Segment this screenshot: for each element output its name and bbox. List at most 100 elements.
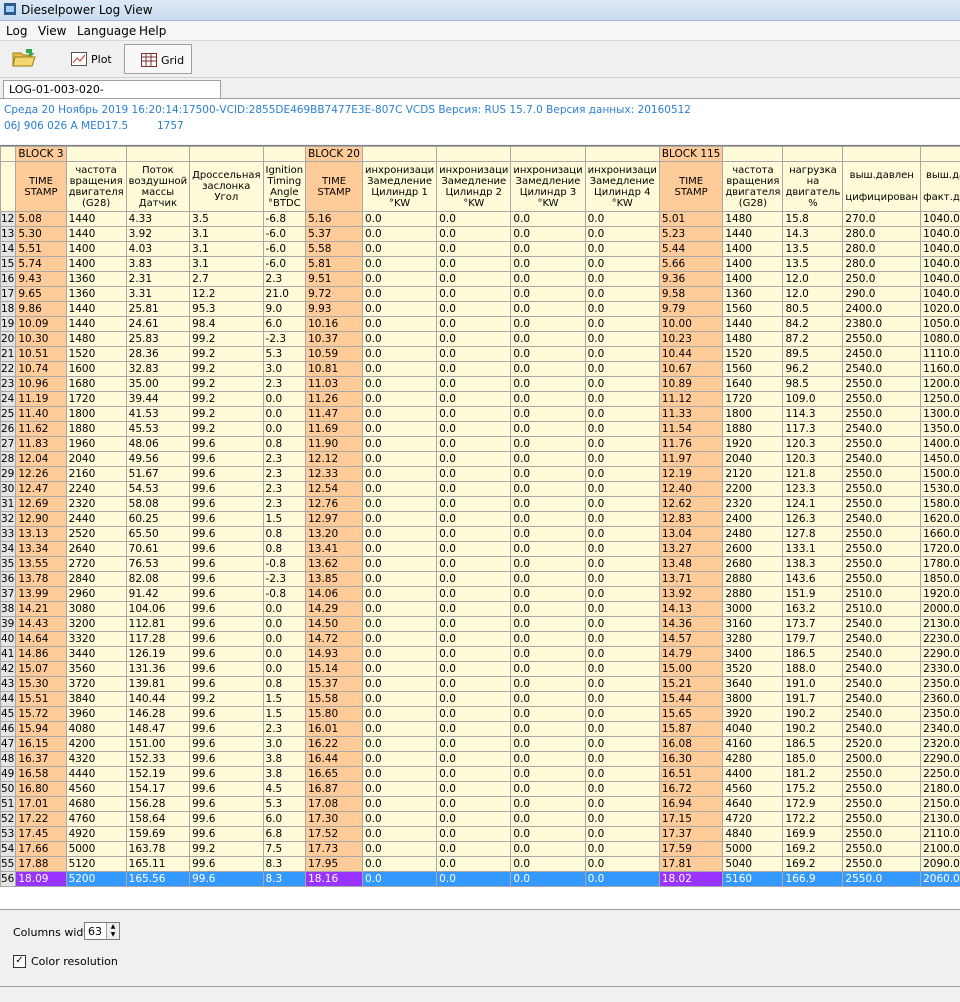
value-cell[interactable]: 12.0: [783, 287, 843, 302]
table-row[interactable]: 1910.09144024.6198.46.010.160.00.00.00.0…: [1, 317, 960, 332]
value-cell[interactable]: 0.0: [437, 497, 511, 512]
timestamp-cell[interactable]: 11.47: [306, 407, 363, 422]
value-cell[interactable]: 0.0: [585, 557, 659, 572]
value-cell[interactable]: 99.2: [190, 692, 263, 707]
row-number[interactable]: 28: [1, 452, 16, 467]
value-cell[interactable]: 89.5: [783, 347, 843, 362]
value-cell[interactable]: 2550.0: [843, 857, 921, 872]
timestamp-cell[interactable]: 13.99: [16, 587, 66, 602]
value-cell[interactable]: 0.0: [362, 362, 436, 377]
value-cell[interactable]: 8.3: [263, 872, 306, 887]
value-cell[interactable]: 0.0: [437, 647, 511, 662]
value-cell[interactable]: 2150.0: [921, 797, 960, 812]
timestamp-cell[interactable]: 5.74: [16, 257, 66, 272]
value-cell[interactable]: -2.3: [263, 332, 306, 347]
value-cell[interactable]: 99.6: [190, 467, 263, 482]
value-cell[interactable]: 2320: [66, 497, 126, 512]
table-row[interactable]: 3112.69232058.0899.62.312.760.00.00.00.0…: [1, 497, 960, 512]
table-row[interactable]: 2110.51152028.3699.25.310.590.00.00.00.0…: [1, 347, 960, 362]
value-cell[interactable]: 114.3: [783, 407, 843, 422]
value-cell[interactable]: 0.0: [511, 857, 585, 872]
menu-help[interactable]: Help: [139, 24, 166, 38]
value-cell[interactable]: 3200: [66, 617, 126, 632]
value-cell[interactable]: 1620.0: [921, 512, 960, 527]
value-cell[interactable]: 0.0: [362, 212, 436, 227]
value-cell[interactable]: 0.0: [511, 272, 585, 287]
row-number[interactable]: 49: [1, 767, 16, 782]
row-number[interactable]: 15: [1, 257, 16, 272]
timestamp-cell[interactable]: 5.44: [659, 242, 723, 257]
timestamp-cell[interactable]: 16.15: [16, 737, 66, 752]
timestamp-cell[interactable]: 14.57: [659, 632, 723, 647]
timestamp-cell[interactable]: 9.93: [306, 302, 363, 317]
value-cell[interactable]: 0.0: [437, 782, 511, 797]
value-cell[interactable]: 109.0: [783, 392, 843, 407]
value-cell[interactable]: 2550.0: [843, 407, 921, 422]
value-cell[interactable]: 3.1: [190, 242, 263, 257]
timestamp-cell[interactable]: 13.85: [306, 572, 363, 587]
table-row[interactable]: 2711.83196048.0699.60.811.900.00.00.00.0…: [1, 437, 960, 452]
row-number[interactable]: 44: [1, 692, 16, 707]
table-row[interactable]: 2611.62188045.5399.20.011.690.00.00.00.0…: [1, 422, 960, 437]
table-row[interactable]: 189.86144025.8195.39.09.930.00.00.00.09.…: [1, 302, 960, 317]
timestamp-cell[interactable]: 13.92: [659, 587, 723, 602]
value-cell[interactable]: 28.36: [126, 347, 189, 362]
value-cell[interactable]: 0.0: [585, 782, 659, 797]
value-cell[interactable]: 0.0: [362, 467, 436, 482]
value-cell[interactable]: 3640: [723, 677, 783, 692]
value-cell[interactable]: 0.0: [437, 767, 511, 782]
table-row[interactable]: 2511.40180041.5399.20.011.470.00.00.00.0…: [1, 407, 960, 422]
value-cell[interactable]: 5040: [723, 857, 783, 872]
value-cell[interactable]: 4080: [66, 722, 126, 737]
timestamp-cell[interactable]: 15.65: [659, 707, 723, 722]
value-cell[interactable]: 0.0: [511, 527, 585, 542]
value-cell[interactable]: 3.8: [263, 767, 306, 782]
column-header[interactable]: TIMESTAMP: [659, 162, 723, 212]
table-row[interactable]: 2812.04204049.5699.62.312.120.00.00.00.0…: [1, 452, 960, 467]
value-cell[interactable]: 1400.0: [921, 437, 960, 452]
value-cell[interactable]: 0.0: [511, 797, 585, 812]
timestamp-cell[interactable]: 16.87: [306, 782, 363, 797]
value-cell[interactable]: 99.6: [190, 722, 263, 737]
timestamp-cell[interactable]: 13.27: [659, 542, 723, 557]
value-cell[interactable]: 0.0: [437, 752, 511, 767]
timestamp-cell[interactable]: 5.81: [306, 257, 363, 272]
value-cell[interactable]: 99.6: [190, 812, 263, 827]
value-cell[interactable]: 0.0: [511, 392, 585, 407]
timestamp-cell[interactable]: 16.65: [306, 767, 363, 782]
value-cell[interactable]: 0.0: [437, 572, 511, 587]
value-cell[interactable]: 0.0: [437, 527, 511, 542]
timestamp-cell[interactable]: 11.33: [659, 407, 723, 422]
value-cell[interactable]: 0.0: [263, 392, 306, 407]
value-cell[interactable]: 0.0: [362, 377, 436, 392]
table-row[interactable]: 4816.374320152.3399.63.816.440.00.00.00.…: [1, 752, 960, 767]
value-cell[interactable]: 2.3: [263, 452, 306, 467]
value-cell[interactable]: 166.9: [783, 872, 843, 887]
value-cell[interactable]: 0.0: [511, 632, 585, 647]
row-number[interactable]: 31: [1, 497, 16, 512]
value-cell[interactable]: 1050.0: [921, 317, 960, 332]
value-cell[interactable]: 0.0: [362, 527, 436, 542]
row-number[interactable]: 22: [1, 362, 16, 377]
row-number[interactable]: 24: [1, 392, 16, 407]
value-cell[interactable]: 2.3: [263, 377, 306, 392]
value-cell[interactable]: 104.06: [126, 602, 189, 617]
row-number[interactable]: 30: [1, 482, 16, 497]
value-cell[interactable]: 0.0: [585, 542, 659, 557]
timestamp-cell[interactable]: 5.23: [659, 227, 723, 242]
table-row[interactable]: 5417.665000163.7899.27.517.730.00.00.00.…: [1, 842, 960, 857]
value-cell[interactable]: 4400: [723, 767, 783, 782]
value-cell[interactable]: 0.0: [585, 527, 659, 542]
open-log-button[interactable]: [6, 44, 42, 74]
value-cell[interactable]: 99.6: [190, 452, 263, 467]
row-number[interactable]: 26: [1, 422, 16, 437]
value-cell[interactable]: 0.0: [437, 212, 511, 227]
value-cell[interactable]: 0.0: [437, 332, 511, 347]
value-cell[interactable]: 4840: [723, 827, 783, 842]
value-cell[interactable]: 2160: [66, 467, 126, 482]
value-cell[interactable]: 0.0: [437, 467, 511, 482]
timestamp-cell[interactable]: 12.47: [16, 482, 66, 497]
value-cell[interactable]: 99.6: [190, 647, 263, 662]
value-cell[interactable]: 1880: [723, 422, 783, 437]
row-number[interactable]: 13: [1, 227, 16, 242]
